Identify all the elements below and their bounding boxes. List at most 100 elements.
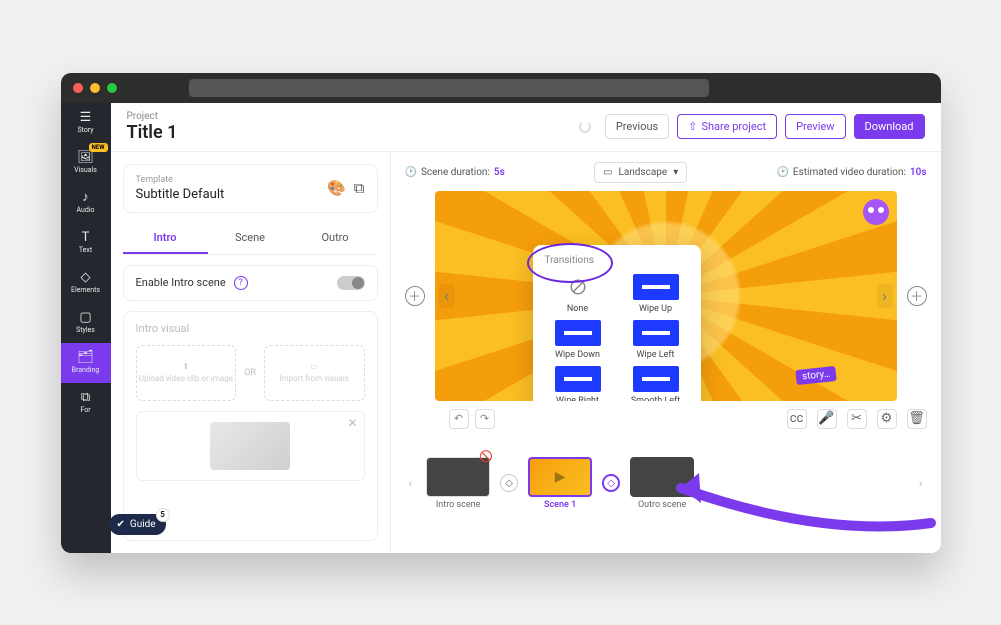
add-scene-right-button[interactable]: ＋ xyxy=(907,286,927,306)
sidebar-item-audio[interactable]: ♪ Audio xyxy=(61,183,111,223)
transitions-popover: Transitions None Wipe Up xyxy=(533,245,701,401)
right-panel: 🕑Scene duration: 5s ▭Landscape▾ 🕑Estimat… xyxy=(391,152,941,553)
settings-tool[interactable]: ⚙ xyxy=(877,409,897,429)
canvas[interactable]: ‹ › story… Transitions xyxy=(435,191,897,401)
mic-tool[interactable]: 🎤 xyxy=(817,409,837,429)
template-card: Template Subtitle Default 🎨 ⧉ xyxy=(123,164,378,213)
minimize-icon[interactable] xyxy=(90,83,100,93)
sidebar-item-text[interactable]: T Text xyxy=(61,223,111,263)
undo-button[interactable]: ↶ xyxy=(449,409,469,429)
breadcrumb: Project xyxy=(127,111,571,122)
transition-none[interactable]: None xyxy=(545,274,611,314)
window-controls xyxy=(73,83,117,93)
titlebar xyxy=(61,73,941,103)
sidebar-item-styles[interactable]: ▢ Styles xyxy=(61,303,111,343)
download-button[interactable]: Download xyxy=(854,114,925,139)
timeline-intro-scene[interactable]: 🚫 Intro scene xyxy=(426,457,490,510)
scene-box[interactable] xyxy=(630,457,694,497)
transition-wipe-up[interactable]: Wipe Up xyxy=(623,274,689,314)
transition-wipe-right[interactable]: Wipe Right xyxy=(545,366,611,401)
sidebar-item-label: Elements xyxy=(71,286,100,294)
hidden-icon: 🚫 xyxy=(479,450,493,463)
tab-intro[interactable]: Intro xyxy=(123,223,208,254)
est-duration-value: 10s xyxy=(910,167,927,178)
maximize-icon[interactable] xyxy=(107,83,117,93)
remove-icon[interactable]: ✕ xyxy=(347,416,357,430)
sidebar-item-branding[interactable]: 🗂 Branding xyxy=(61,343,111,383)
transition-chip-active[interactable]: ◇ xyxy=(602,474,620,492)
preview-button[interactable]: Preview xyxy=(785,114,845,139)
story-chip[interactable]: story… xyxy=(795,365,837,384)
add-scene-left-button[interactable]: ＋ xyxy=(405,286,425,306)
new-badge: NEW xyxy=(89,143,108,152)
timeline-scene-1[interactable]: Scene 1 xyxy=(528,457,592,510)
sidebar-item-label: Story xyxy=(77,126,93,134)
intro-visual-heading: Intro visual xyxy=(136,322,365,335)
tab-outro[interactable]: Outro xyxy=(293,223,378,254)
sidebar-item-label: Visuals xyxy=(74,166,97,174)
timeline-prev[interactable]: ‹ xyxy=(405,472,417,494)
redo-button[interactable]: ↷ xyxy=(475,409,495,429)
import-box[interactable]: ▭ Import from visuals xyxy=(264,345,365,401)
sidebar-item-story[interactable]: ☰ Story xyxy=(61,103,111,143)
est-duration-label: Estimated video duration: xyxy=(793,167,906,178)
elements-icon: ◇ xyxy=(81,271,91,284)
copy-icon[interactable]: ⧉ xyxy=(354,179,365,197)
next-scene-caret[interactable]: › xyxy=(877,284,893,308)
canvas-tools: ↶ ↷ cc 🎤 ✂ ⚙ 🗑 xyxy=(405,409,927,429)
template-label: Template xyxy=(136,175,328,185)
timeline-next[interactable]: › xyxy=(915,472,927,494)
story-icon: ☰ xyxy=(80,111,92,124)
page-title[interactable]: Title 1 xyxy=(127,122,571,143)
template-name: Subtitle Default xyxy=(136,187,328,202)
styles-icon: ▢ xyxy=(79,311,91,324)
transition-thumb xyxy=(633,366,679,392)
scene-box[interactable] xyxy=(528,457,592,497)
guide-label: Guide xyxy=(130,519,156,530)
upload-box[interactable]: ⬆ Upload video clip or image xyxy=(136,345,237,401)
sidebar-item-visuals[interactable]: NEW 🖼 Visuals xyxy=(61,143,111,183)
landscape-icon: ▭ xyxy=(603,167,612,178)
sidebar-item-label: For xyxy=(80,406,90,414)
guide-count: 5 xyxy=(156,508,170,522)
sidebar-item-label: Audio xyxy=(76,206,94,214)
tab-scene[interactable]: Scene xyxy=(208,223,293,254)
guide-button[interactable]: ✔ Guide 5 xyxy=(109,514,166,535)
transition-thumb xyxy=(633,320,679,346)
header: Project Title 1 Previous ⇧Share project … xyxy=(111,103,941,152)
prev-scene-caret[interactable]: ‹ xyxy=(439,284,455,308)
enable-intro-toggle[interactable] xyxy=(337,276,365,290)
import-label: Import from visuals xyxy=(279,374,349,383)
close-icon[interactable] xyxy=(73,83,83,93)
orientation-select[interactable]: ▭Landscape▾ xyxy=(594,162,687,183)
preview-thumb[interactable] xyxy=(210,422,290,470)
previous-button[interactable]: Previous xyxy=(605,114,669,139)
app-window: ☰ Story NEW 🖼 Visuals ♪ Audio T Text ◇ E… xyxy=(61,73,941,553)
timeline-outro-scene[interactable]: Outro scene xyxy=(630,457,694,510)
transition-thumb xyxy=(633,274,679,300)
left-panel: Template Subtitle Default 🎨 ⧉ Intro Scen… xyxy=(111,152,391,553)
delete-tool[interactable]: 🗑 xyxy=(907,409,927,429)
scene-box[interactable]: 🚫 xyxy=(426,457,490,497)
intro-visual-section: Intro visual ⬆ Upload video clip or imag… xyxy=(123,311,378,541)
transition-chip[interactable]: ◇ xyxy=(500,474,518,492)
clock-icon: 🕑 xyxy=(405,167,417,178)
transition-wipe-left[interactable]: Wipe Left xyxy=(623,320,689,360)
sidebar-item-elements[interactable]: ◇ Elements xyxy=(61,263,111,303)
sidebar-item-label: Branding xyxy=(72,366,100,374)
palette-icon[interactable]: 🎨 xyxy=(327,179,346,197)
transition-wipe-down[interactable]: Wipe Down xyxy=(545,320,611,360)
help-icon[interactable]: ? xyxy=(234,276,248,290)
scene-label: Intro scene xyxy=(436,500,481,510)
caption-tool[interactable]: cc xyxy=(787,409,807,429)
share-button[interactable]: ⇧Share project xyxy=(677,114,777,139)
upload-label: Upload video clip or image xyxy=(139,374,233,383)
trim-tool[interactable]: ✂ xyxy=(847,409,867,429)
logo-icon xyxy=(863,199,889,225)
url-bar[interactable] xyxy=(189,79,709,97)
timeline: ‹ 🚫 Intro scene ◇ Scene 1 ◇ xyxy=(405,457,927,510)
scene-duration-value[interactable]: 5s xyxy=(494,167,505,178)
branding-icon: 🗂 xyxy=(77,351,94,364)
transition-smooth-left[interactable]: Smooth Left xyxy=(623,366,689,401)
sidebar-item-format[interactable]: ⧉ For xyxy=(61,383,111,423)
